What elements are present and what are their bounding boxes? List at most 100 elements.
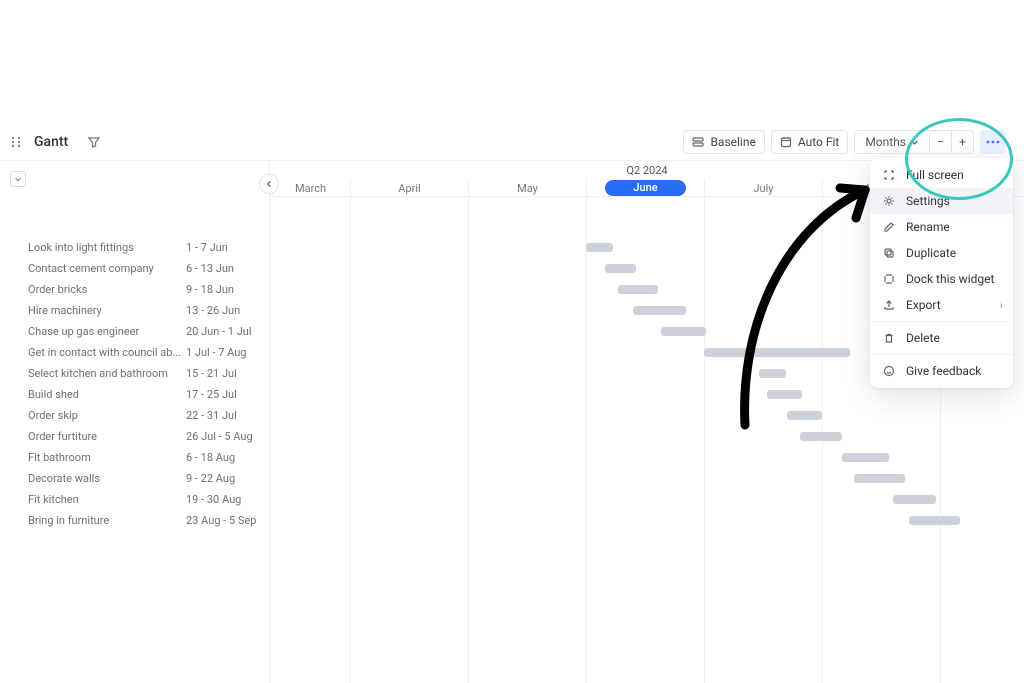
task-dates: 9 - 18 Jun (186, 283, 234, 296)
menu-export[interactable]: Export › (870, 292, 1013, 318)
chevron-down-icon (910, 138, 919, 147)
dock-icon (882, 272, 896, 286)
gear-icon (882, 194, 896, 208)
task-name: Bring in furniture (28, 514, 186, 527)
task-dates: 15 - 21 Jul (186, 367, 237, 380)
task-name: Hire machinery (28, 304, 186, 317)
menu-export-label: Export (906, 298, 941, 312)
task-row[interactable]: Order skip22 - 31 Jul (0, 405, 269, 426)
gantt-toolbar: Gantt Baseline Auto Fit Months − + (0, 128, 1012, 156)
task-name: Decorate walls (28, 472, 186, 485)
month-cell[interactable]: June (586, 179, 704, 197)
trash-icon (882, 331, 896, 345)
task-name: Get in contact with council ab... (28, 346, 186, 359)
task-row[interactable]: Bring in furniture23 Aug - 5 Sep (0, 510, 269, 531)
task-row[interactable]: Order bricks9 - 18 Jun (0, 279, 269, 300)
baseline-button[interactable]: Baseline (683, 130, 764, 154)
gantt-task-panel: Look into light fittings1 - 7 JunContact… (0, 161, 270, 683)
task-dates: 6 - 13 Jun (186, 262, 234, 275)
menu-separator (870, 354, 1013, 355)
gantt-bar[interactable] (605, 264, 636, 273)
task-row[interactable]: Decorate walls9 - 22 Aug (0, 468, 269, 489)
menu-delete-label: Delete (906, 331, 940, 345)
task-row[interactable]: Hire machinery13 - 26 Jun (0, 300, 269, 321)
menu-rename[interactable]: Rename (870, 214, 1013, 240)
fullscreen-icon (882, 168, 896, 182)
calendar-icon (780, 136, 792, 148)
gantt-bar[interactable] (704, 348, 850, 357)
menu-feedback[interactable]: Give feedback (870, 358, 1013, 384)
gantt-bar[interactable] (854, 474, 905, 483)
zoom-scale-select[interactable]: Months (855, 131, 929, 153)
task-dates: 22 - 31 Jul (186, 409, 237, 422)
task-name: Order bricks (28, 283, 186, 296)
task-dates: 26 Jul - 5 Aug (186, 430, 253, 443)
task-list: Look into light fittings1 - 7 JunContact… (0, 237, 269, 531)
menu-dock[interactable]: Dock this widget (870, 266, 1013, 292)
task-dates: 1 - 7 Jun (186, 241, 228, 254)
task-row[interactable]: Chase up gas engineer20 Jun - 1 Jul (0, 321, 269, 342)
grid-line (468, 197, 469, 683)
task-dates: 20 Jun - 1 Jul (186, 325, 252, 338)
autofit-button[interactable]: Auto Fit (771, 130, 848, 154)
zoom-in-button[interactable]: + (951, 131, 973, 153)
menu-delete[interactable]: Delete (870, 325, 1013, 351)
task-row[interactable]: Contact cement company6 - 13 Jun (0, 258, 269, 279)
task-row[interactable]: Fit bathroom6 - 18 Aug (0, 447, 269, 468)
gantt-bar[interactable] (661, 327, 706, 336)
gantt-bar[interactable] (893, 495, 936, 504)
zoom-out-button[interactable]: − (929, 131, 951, 153)
task-row[interactable]: Select kitchen and bathroom15 - 21 Jul (0, 363, 269, 384)
task-row[interactable]: Fit kitchen19 - 30 Aug (0, 489, 269, 510)
gantt-bar[interactable] (767, 390, 802, 399)
autofit-label: Auto Fit (798, 135, 839, 149)
task-row[interactable]: Build shed17 - 25 Jul (0, 384, 269, 405)
task-name: Look into light fittings (28, 241, 186, 254)
drag-handle-icon[interactable] (6, 132, 26, 152)
menu-settings[interactable]: Settings (870, 188, 1013, 214)
export-icon (882, 298, 896, 312)
gantt-bar[interactable] (759, 369, 786, 378)
month-cell[interactable]: July (704, 179, 822, 197)
task-row[interactable]: Order furtiture26 Jul - 5 Aug (0, 426, 269, 447)
grid-line (350, 197, 351, 683)
more-options-button[interactable] (980, 130, 1006, 154)
task-name: Contact cement company (28, 262, 186, 275)
task-row[interactable]: Look into light fittings1 - 7 Jun (0, 237, 269, 258)
gantt-bar[interactable] (787, 411, 822, 420)
expand-tasks-icon[interactable] (10, 171, 26, 187)
gantt-bar[interactable] (909, 516, 960, 525)
menu-duplicate[interactable]: Duplicate (870, 240, 1013, 266)
gantt-bar[interactable] (586, 243, 613, 252)
task-dates: 6 - 18 Aug (186, 451, 235, 464)
duplicate-icon (882, 246, 896, 260)
baseline-label: Baseline (710, 135, 755, 149)
task-dates: 23 Aug - 5 Sep (186, 514, 256, 527)
task-dates: 17 - 25 Jul (186, 388, 237, 401)
chevron-left-icon (265, 180, 273, 188)
gantt-bar[interactable] (800, 432, 842, 441)
menu-rename-label: Rename (906, 220, 950, 234)
menu-fullscreen[interactable]: Full screen (870, 162, 1013, 188)
gantt-bar[interactable] (842, 453, 889, 462)
month-cell[interactable]: May (468, 179, 586, 197)
task-dates: 13 - 26 Jun (186, 304, 240, 317)
baseline-icon (692, 137, 704, 147)
grid-line (586, 197, 587, 683)
task-row[interactable]: Get in contact with council ab...1 Jul -… (0, 342, 269, 363)
gantt-bar[interactable] (633, 306, 686, 315)
menu-fullscreen-label: Full screen (906, 168, 964, 182)
smile-icon (882, 364, 896, 378)
widget-context-menu: Full screen Settings Rename Duplicate Do… (870, 158, 1013, 388)
month-cell[interactable]: April (350, 179, 468, 197)
filter-icon[interactable] (84, 132, 104, 152)
menu-separator (870, 321, 1013, 322)
menu-feedback-label: Give feedback (906, 364, 981, 378)
month-cell[interactable]: March (270, 179, 350, 197)
task-dates: 9 - 22 Aug (186, 472, 235, 485)
task-name: Build shed (28, 388, 186, 401)
grid-line (704, 197, 705, 683)
task-dates: 1 Jul - 7 Aug (186, 346, 246, 359)
collapse-panel-button[interactable] (259, 174, 279, 194)
gantt-bar[interactable] (618, 285, 658, 294)
